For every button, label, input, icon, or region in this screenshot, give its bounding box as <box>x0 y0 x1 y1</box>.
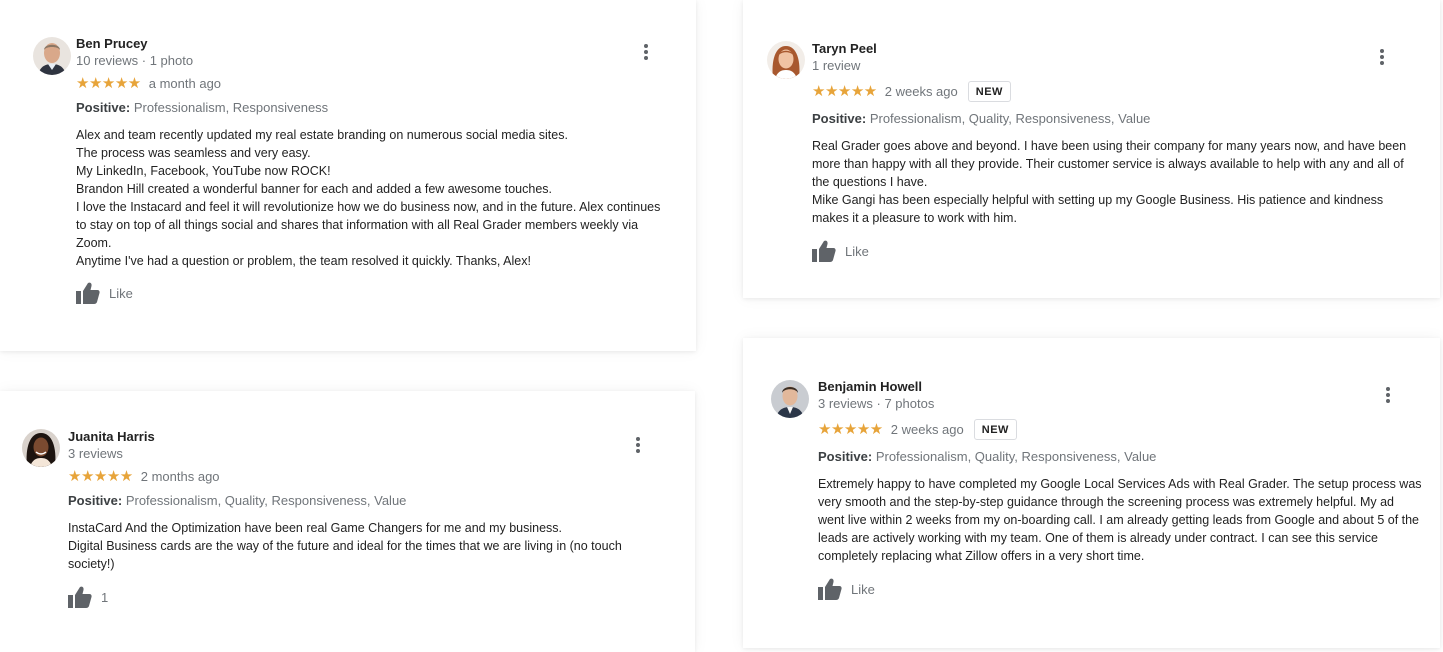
review-card-taryn-peel: Taryn Peel 1 review ★★★★★ 2 weeks ago NE… <box>743 0 1440 298</box>
positive-values: Professionalism, Quality, Responsiveness… <box>875 449 1157 464</box>
review-line: My LinkedIn, Facebook, YouTube now ROCK! <box>76 164 331 178</box>
more-vert-icon[interactable] <box>1385 387 1391 403</box>
thumbs-up-icon <box>818 578 842 600</box>
review-line: I love the Instacard and feel it will re… <box>76 200 661 250</box>
star-rating: ★★★★★ <box>76 75 141 92</box>
review-time: a month ago <box>148 76 222 91</box>
review-text: Real Grader goes above and beyond. I hav… <box>812 137 1417 227</box>
star-rating: ★★★★★ <box>818 421 883 438</box>
new-badge: NEW <box>973 419 1017 440</box>
review-line: Brandon Hill created a wonderful banner … <box>76 182 552 196</box>
like-button[interactable]: 1 <box>68 586 108 608</box>
rating-row: ★★★★★ 2 weeks ago NEW <box>818 419 1017 440</box>
review-card-juanita-harris: Juanita Harris 3 reviews ★★★★★ 2 months … <box>0 391 695 652</box>
reviewer-meta: 3 reviews <box>68 446 123 461</box>
positive-attributes: Positive: Professionalism, Quality, Resp… <box>68 493 406 508</box>
like-count: 1 <box>101 589 109 605</box>
star-rating: ★★★★★ <box>812 83 877 100</box>
positive-values: Professionalism, Responsiveness <box>133 100 329 115</box>
like-label: Like <box>845 243 869 259</box>
review-line: The process was seamless and very easy. <box>76 146 311 160</box>
reviewer-name[interactable]: Ben Prucey <box>76 36 148 51</box>
review-text: InstaCard And the Optimization have been… <box>68 519 658 573</box>
review-time: 2 weeks ago <box>884 84 958 99</box>
positive-values: Professionalism, Quality, Responsiveness… <box>125 493 407 508</box>
avatar[interactable] <box>767 41 805 79</box>
like-button[interactable]: Like <box>76 282 133 304</box>
positive-label: Positive: <box>818 449 873 464</box>
like-label: Like <box>109 285 133 301</box>
review-card-ben-prucey: Ben Prucey 10 reviews · 1 photo ★★★★★ a … <box>0 0 696 351</box>
review-time: 2 months ago <box>140 469 220 484</box>
positive-label: Positive: <box>76 100 131 115</box>
reviewer-name[interactable]: Benjamin Howell <box>818 379 922 394</box>
review-text: Alex and team recently updated my real e… <box>76 126 666 270</box>
rating-row: ★★★★★ 2 weeks ago NEW <box>812 81 1011 102</box>
review-card-benjamin-howell: Benjamin Howell 3 reviews · 7 photos ★★★… <box>743 338 1440 648</box>
review-time: 2 weeks ago <box>890 422 964 437</box>
new-badge: NEW <box>967 81 1011 102</box>
rating-row: ★★★★★ 2 months ago <box>68 469 220 484</box>
rating-row: ★★★★★ a month ago <box>76 76 221 91</box>
positive-attributes: Positive: Professionalism, Quality, Resp… <box>818 449 1156 464</box>
positive-values: Professionalism, Quality, Responsiveness… <box>869 111 1151 126</box>
like-label: Like <box>851 581 875 597</box>
review-line: Extremely happy to have completed my Goo… <box>818 477 1422 563</box>
more-vert-icon[interactable] <box>643 44 649 60</box>
reviewer-meta: 1 review <box>812 58 861 73</box>
thumbs-up-icon <box>76 282 100 304</box>
review-line: Anytime I've had a question or problem, … <box>76 254 531 268</box>
review-line: Alex and team recently updated my real e… <box>76 128 568 142</box>
thumbs-up-icon <box>68 586 92 608</box>
review-line: Mike Gangi has been especially helpful w… <box>812 193 1384 225</box>
positive-label: Positive: <box>812 111 867 126</box>
thumbs-up-icon <box>812 240 836 262</box>
reviewer-meta: 3 reviews · 7 photos <box>818 396 935 411</box>
avatar[interactable] <box>33 37 71 75</box>
reviewer-name[interactable]: Juanita Harris <box>68 429 155 444</box>
review-line: InstaCard And the Optimization have been… <box>68 521 563 535</box>
positive-attributes: Positive: Professionalism, Responsivenes… <box>76 100 328 115</box>
like-button[interactable]: Like <box>812 240 869 262</box>
star-rating: ★★★★★ <box>68 468 133 485</box>
positive-attributes: Positive: Professionalism, Quality, Resp… <box>812 111 1150 126</box>
avatar[interactable] <box>771 380 809 418</box>
reviewer-name[interactable]: Taryn Peel <box>812 41 877 56</box>
review-line: Digital Business cards are the way of th… <box>68 539 622 571</box>
more-vert-icon[interactable] <box>1379 49 1385 65</box>
review-text: Extremely happy to have completed my Goo… <box>818 475 1423 565</box>
like-button[interactable]: Like <box>818 578 875 600</box>
avatar[interactable] <box>22 429 60 467</box>
review-line: Real Grader goes above and beyond. I hav… <box>812 139 1407 189</box>
reviewer-meta: 10 reviews · 1 photo <box>76 53 194 68</box>
more-vert-icon[interactable] <box>635 437 641 453</box>
positive-label: Positive: <box>68 493 123 508</box>
